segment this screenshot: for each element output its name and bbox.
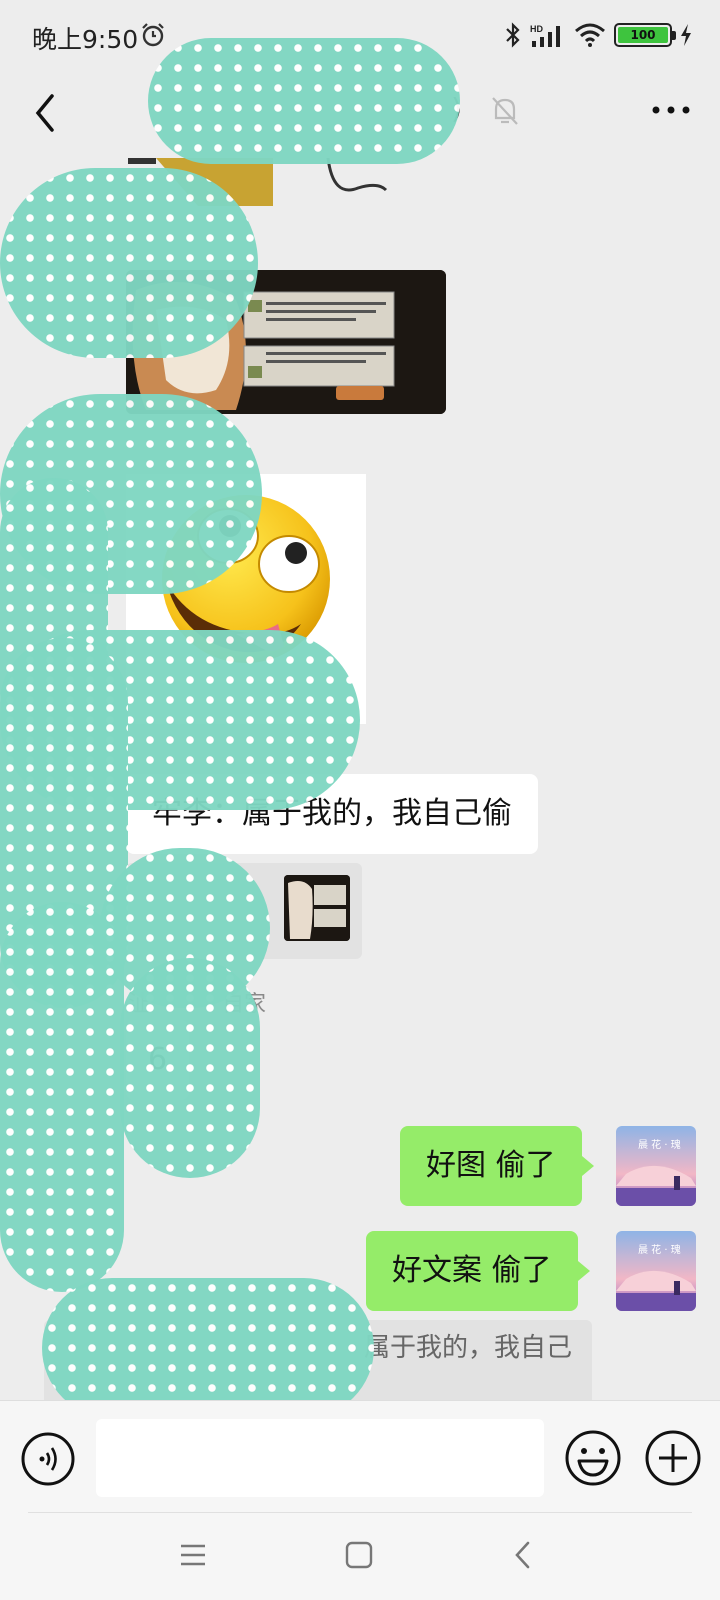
voice-icon[interactable] [20,1431,76,1487]
avatar-image: 晨 花 · 瑰 [616,1231,696,1311]
menu-icon[interactable] [178,1540,208,1570]
emoji-icon[interactable] [564,1429,622,1487]
privacy-mask [120,958,260,1178]
privacy-mask [0,168,258,358]
plus-icon[interactable] [644,1429,702,1487]
system-nav-bar [0,1512,720,1600]
status-icons: HD 100 [504,20,692,50]
message-input[interactable] [96,1419,544,1497]
input-bar [0,1400,720,1512]
signal-icon: HD [530,24,560,47]
battery-icon: 100 [614,23,676,47]
wifi-icon [575,23,605,47]
alarm-icon [142,23,164,47]
more-dots-icon[interactable] [650,102,692,118]
message-list[interactable]: 牢李：属于我的，我自己偷 沚自家 6 好图 偷了 [0,158,720,1400]
chat-screen: 晚上9:50 HD 100 牢李：属于我的，我自己偷 好图 偷了 晨 花 · 瑰… [0,0,720,1600]
back-icon[interactable] [508,1538,538,1572]
message-bubble-outgoing-1[interactable]: 好图 偷了 [400,1126,594,1206]
mute-bell-icon [492,97,518,125]
privacy-mask [0,902,124,1292]
home-icon[interactable] [344,1540,374,1570]
svg-text:晨 花 · 瑰: 晨 花 · 瑰 [638,1138,681,1151]
back-arrow-icon[interactable] [26,88,66,138]
quoted-image-thumbnail [284,875,350,941]
charging-icon [681,24,691,46]
divider [28,1512,692,1513]
network-badge: HD [530,24,543,34]
avatar-image: 晨 花 · 瑰 [616,1126,696,1206]
privacy-mask-title [148,38,460,164]
my-avatar[interactable]: 晨 花 · 瑰 [616,1126,696,1206]
privacy-mask [42,1278,374,1400]
battery-level: 100 [618,27,668,43]
message-bubble-outgoing-2[interactable]: 好文案 偷了 [366,1231,590,1311]
status-time: 晚上9:50 [32,25,139,54]
bluetooth-icon [506,22,520,48]
my-avatar[interactable]: 晨 花 · 瑰 [616,1231,696,1311]
svg-text:晨 花 · 瑰: 晨 花 · 瑰 [638,1243,681,1256]
